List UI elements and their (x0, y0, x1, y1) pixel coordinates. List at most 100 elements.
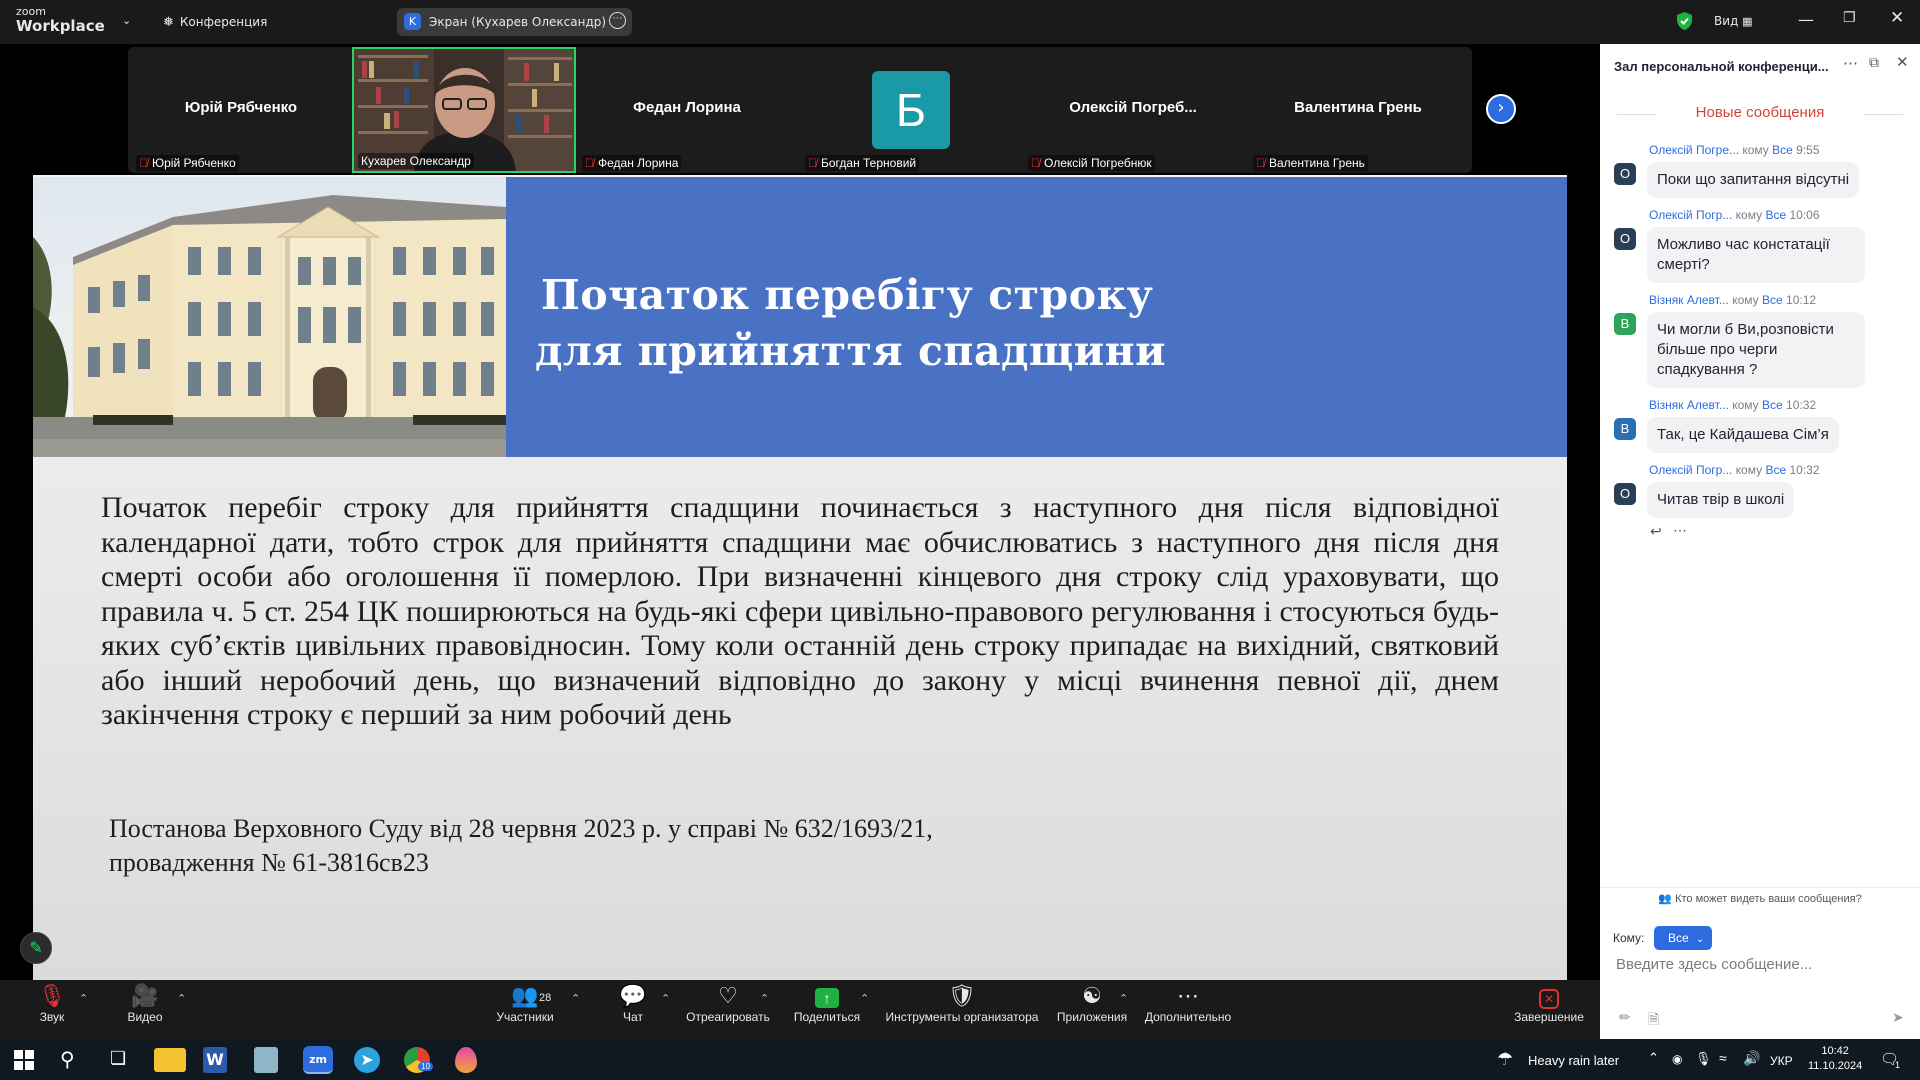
view-button[interactable]: Вид ▦ (1714, 14, 1753, 28)
send-icon[interactable]: ➤ (1892, 1009, 1904, 1026)
zoom-taskbar-icon[interactable]: zm (303, 1046, 333, 1074)
message-author[interactable]: Олексій Погр... (1649, 463, 1732, 477)
message-input[interactable]: Введите здесь сообщение... (1616, 956, 1906, 980)
annotate-button[interactable]: ✎ (20, 932, 52, 964)
participant-label: 🎙̸ Валентина Грень (1253, 155, 1368, 171)
participant-tile[interactable]: Олексій Погреб... 🎙̸ Олексій Погребнюк (1022, 47, 1244, 173)
mic-muted-icon: 🎙̸ (1256, 156, 1265, 170)
close-chat-icon[interactable]: ✕ (1896, 53, 1909, 71)
message-bubble[interactable]: Читав твір в школі (1647, 482, 1795, 518)
share-screen-glyph: ↑ (815, 988, 839, 1008)
react-options-caret[interactable]: ⌃ (760, 992, 769, 1005)
meeting-info-button[interactable]: ❅ Конференция (163, 15, 267, 30)
search-icon[interactable]: ⚲ (60, 1047, 75, 1072)
task-view-icon[interactable]: ❏ (110, 1048, 126, 1069)
chat-more-icon[interactable]: ⋯ (1843, 54, 1858, 72)
apps-button[interactable]: ☯ Приложения (1055, 982, 1129, 1024)
apps-options-caret[interactable]: ⌃ (1119, 992, 1128, 1005)
new-messages-divider: Новые сообщения (1614, 104, 1906, 124)
windows-start-icon[interactable] (14, 1050, 34, 1070)
participant-label-text: Кухарев Олександр (361, 154, 471, 168)
popout-icon[interactable]: ⧉ (1869, 54, 1879, 71)
video-off-icon: 🎥 (131, 983, 159, 1008)
clock[interactable]: 10:42 11.10.2024 (1808, 1044, 1862, 1074)
more-label: Дополнительно (1144, 1010, 1232, 1024)
participant-tile[interactable]: Юрій Рябченко 🎙̸ Юрій Рябченко (130, 47, 352, 173)
app-drop-icon[interactable] (455, 1047, 477, 1073)
chrome-badge: 10 (418, 1062, 433, 1071)
recipient-dropdown[interactable]: Все ⌄ (1654, 926, 1712, 950)
message-bubble[interactable]: Можливо час констатації смерті? (1647, 227, 1865, 283)
next-page-button[interactable]: › (1486, 94, 1516, 124)
message-recipient: Все (1761, 293, 1783, 307)
shield-check-icon[interactable] (1676, 11, 1693, 31)
share-options-caret[interactable]: ⌃ (860, 992, 869, 1005)
weather-text[interactable]: Heavy rain later (1528, 1053, 1619, 1068)
privacy-note[interactable]: 👥 Кто может видеть ваши сообщения? (1600, 892, 1920, 905)
message-to-word: кому (1732, 293, 1759, 307)
telegram-icon[interactable]: ➤ (354, 1047, 380, 1073)
camera-icon[interactable]: ◉ (1672, 1052, 1682, 1066)
minimize-button[interactable]: — (1798, 10, 1814, 29)
word-icon[interactable]: W (203, 1047, 227, 1073)
message-bubble[interactable]: Поки що запитання відсутні (1647, 162, 1860, 198)
participant-label-text: Валентина Грень (1269, 156, 1365, 170)
react-button[interactable]: ♡ Отреагировать (686, 982, 770, 1024)
video-options-caret[interactable]: ⌃ (177, 992, 186, 1005)
reply-icon[interactable]: ↩ (1650, 523, 1662, 540)
people-icon: 👥 (1658, 893, 1673, 905)
participant-label-text: Богдан Терновий (821, 156, 917, 170)
format-icon[interactable]: ✏ (1619, 1009, 1631, 1026)
file-explorer-icon[interactable] (154, 1048, 186, 1072)
chat-options-caret[interactable]: ⌃ (661, 992, 670, 1005)
more-button[interactable]: ⋯ Дополнительно (1144, 982, 1232, 1024)
video-button[interactable]: 🎥 Видео (124, 982, 166, 1024)
zoom-logo: zoom Workplace (16, 6, 105, 35)
wifi-icon[interactable]: ≈ (1719, 1050, 1727, 1066)
participant-tile[interactable]: Б 🎙̸ Богдан Терновий (799, 47, 1021, 173)
language-indicator[interactable]: УКР (1770, 1054, 1793, 1068)
notepad-icon[interactable] (254, 1047, 278, 1073)
message-author[interactable]: Візняк Алевт... (1649, 293, 1729, 307)
audio-options-caret[interactable]: ⌃ (79, 992, 88, 1005)
share-button[interactable]: ↑ Поделиться (793, 982, 861, 1024)
audio-button[interactable]: 🎙 Звук (34, 982, 70, 1024)
message-author[interactable]: Олексій Погре... (1649, 143, 1739, 157)
participant-tile[interactable]: Федан Лорина 🎙̸ Федан Лорина (576, 47, 798, 173)
message-header: Візняк Алевт... кому Все 10:32 (1649, 398, 1816, 412)
share-screen-icon: ↑ (793, 982, 861, 1010)
participant-label-text: Олексій Погребнюк (1044, 156, 1152, 170)
participant-label: 🎙̸ Олексій Погребнюк (1028, 155, 1155, 171)
pencil-icon: ✎ (29, 938, 43, 957)
file-icon[interactable]: 🗎 (1648, 1009, 1659, 1033)
chevron-down-icon[interactable]: ⌄ (122, 14, 131, 27)
host-tools-button[interactable]: 🛡 Инструменты организатора (883, 982, 1041, 1024)
participant-tile[interactable]: Валентина Грень 🎙̸ Валентина Грень (1247, 47, 1469, 173)
volume-icon[interactable]: 🔊 (1743, 1050, 1760, 1067)
tray-chevron-icon[interactable]: ⌃ (1648, 1050, 1659, 1066)
heart-icon: ♡ (718, 983, 738, 1008)
slide-body-text: Початок перебіг строку для прийняття спа… (101, 491, 1499, 731)
participants-label: Участники (496, 1010, 554, 1024)
react-label: Отреагировать (686, 1010, 770, 1024)
mic-muted-icon: 🎙̸ (139, 156, 148, 170)
message-bubble[interactable]: Так, це Кайдашева Сім’я (1647, 417, 1839, 453)
message-author[interactable]: Олексій Погр... (1649, 208, 1732, 222)
weather-icon[interactable]: ☂ (1497, 1049, 1513, 1070)
message-header: Олексій Погре... кому Все 9:55 (1649, 143, 1820, 157)
restore-button[interactable]: ❐ (1843, 10, 1856, 26)
meeting-icon: ❅ (163, 15, 174, 30)
meeting-label: Конференция (179, 15, 268, 29)
participant-label-text: Юрій Рябченко (152, 156, 236, 170)
chat-panel: Зал персональной конференци... ⋯ ⧉ ✕ Нов… (1600, 44, 1920, 1039)
chat-button[interactable]: 💬 Чат (618, 982, 648, 1024)
more-options-icon[interactable]: ⋯ (609, 12, 626, 29)
message-author[interactable]: Візняк Алевт... (1649, 398, 1729, 412)
mic-icon[interactable]: 🎙 (1695, 1051, 1712, 1067)
end-meeting-button[interactable]: ✕ Завершение (1514, 982, 1584, 1024)
message-bubble[interactable]: Чи могли б Ви,розповісти більше про черг… (1647, 312, 1865, 388)
close-window-button[interactable]: ✕ (1890, 8, 1904, 28)
message-more-icon[interactable]: ⋯ (1673, 522, 1687, 539)
participants-options-caret[interactable]: ⌃ (571, 992, 580, 1005)
participant-tile-active[interactable]: Кухарев Олександр (352, 47, 576, 173)
